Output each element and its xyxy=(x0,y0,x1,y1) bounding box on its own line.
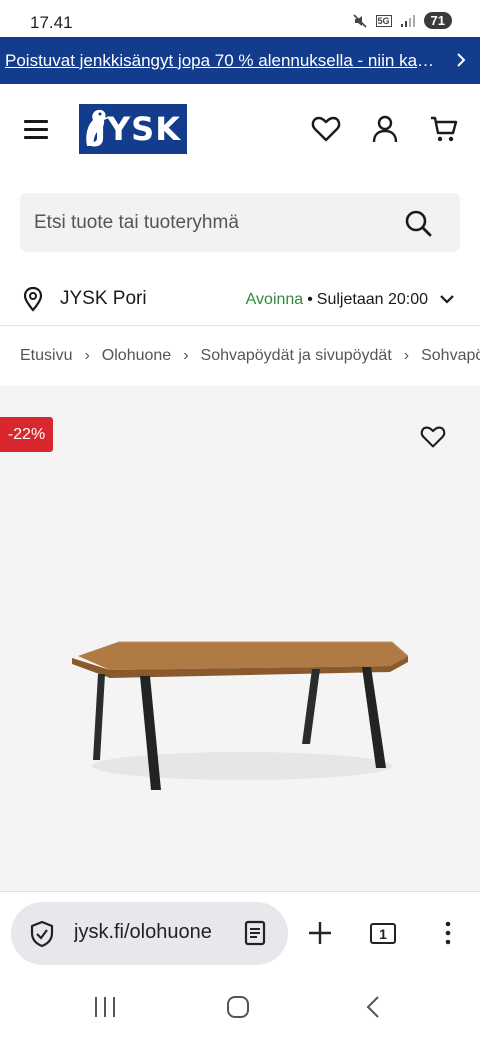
store-name: JYSK Pori xyxy=(60,288,147,309)
discount-badge: -22% xyxy=(0,417,53,452)
breadcrumb-item[interactable]: Sohvapöydät ja sivupöydät xyxy=(201,347,392,365)
user-icon[interactable] xyxy=(370,114,400,144)
address-bar[interactable]: jysk.fi/olohuone xyxy=(11,902,288,965)
location-pin-icon xyxy=(23,286,43,312)
reader-mode-icon[interactable] xyxy=(244,920,266,946)
breadcrumb-item[interactable]: Sohvapöydät xyxy=(421,347,480,365)
status-time: 17.41 xyxy=(30,13,73,32)
breadcrumb: Etusivu › Olohuone › Sohvapöydät ja sivu… xyxy=(0,327,480,385)
more-options-icon[interactable] xyxy=(443,920,453,946)
bird-logo-icon xyxy=(86,109,109,146)
promo-text[interactable]: Poistuvat jenkkisängyt jopa 70 % alennuk… xyxy=(5,51,437,71)
promo-banner[interactable]: Poistuvat jenkkisängyt jopa 70 % alennuk… xyxy=(0,37,480,84)
store-hours: Avoinna • Suljetaan 20:00 xyxy=(246,291,428,309)
search-input[interactable] xyxy=(34,193,394,252)
breadcrumb-separator: › xyxy=(183,347,189,364)
url-text[interactable]: jysk.fi/olohuone xyxy=(74,921,234,944)
coffee-table-image[interactable] xyxy=(70,636,415,796)
breadcrumb-item[interactable]: Etusivu xyxy=(20,347,72,365)
chevron-down-icon[interactable] xyxy=(439,293,455,305)
cart-icon[interactable] xyxy=(429,114,459,144)
search-bar xyxy=(20,193,460,252)
battery-badge: 71 xyxy=(423,12,452,29)
new-tab-plus-icon[interactable] xyxy=(307,920,333,946)
mute-icon xyxy=(352,13,367,28)
shield-check-icon[interactable] xyxy=(29,920,55,948)
store-closing-time: Suljetaan 20:00 xyxy=(316,291,428,308)
separator-dot: • xyxy=(307,291,313,308)
store-open-status: Avoinna xyxy=(245,291,304,308)
back-icon[interactable] xyxy=(364,995,382,1019)
status-icons: 5G 71 xyxy=(352,12,452,29)
recent-apps-icon[interactable] xyxy=(93,995,117,1019)
breadcrumb-item[interactable]: Olohuone xyxy=(102,347,171,365)
jysk-logo[interactable]: JYSK xyxy=(79,104,187,154)
breadcrumb-separator: › xyxy=(84,347,90,364)
product-gallery[interactable]: -22% xyxy=(0,386,480,891)
home-icon[interactable] xyxy=(226,995,250,1019)
network-icon: 5G xyxy=(375,14,392,27)
status-bar: 17.41 5G 71 xyxy=(0,0,480,40)
store-selector[interactable]: JYSK Pori Avoinna • Suljetaan 20:00 xyxy=(0,272,480,326)
site-header: JYSK xyxy=(0,84,480,180)
heart-icon[interactable] xyxy=(311,114,341,144)
breadcrumb-separator: › xyxy=(403,347,410,364)
signal-icon xyxy=(400,14,415,27)
search-icon[interactable] xyxy=(404,209,432,237)
browser-toolbar: jysk.fi/olohuone 1 xyxy=(0,891,480,973)
wishlist-heart-icon[interactable] xyxy=(420,425,446,449)
tab-switcher-button[interactable]: 1 xyxy=(370,923,396,944)
system-nav-bar xyxy=(0,973,480,1040)
chevron-right-icon[interactable] xyxy=(454,50,468,70)
menu-icon[interactable] xyxy=(24,120,48,140)
